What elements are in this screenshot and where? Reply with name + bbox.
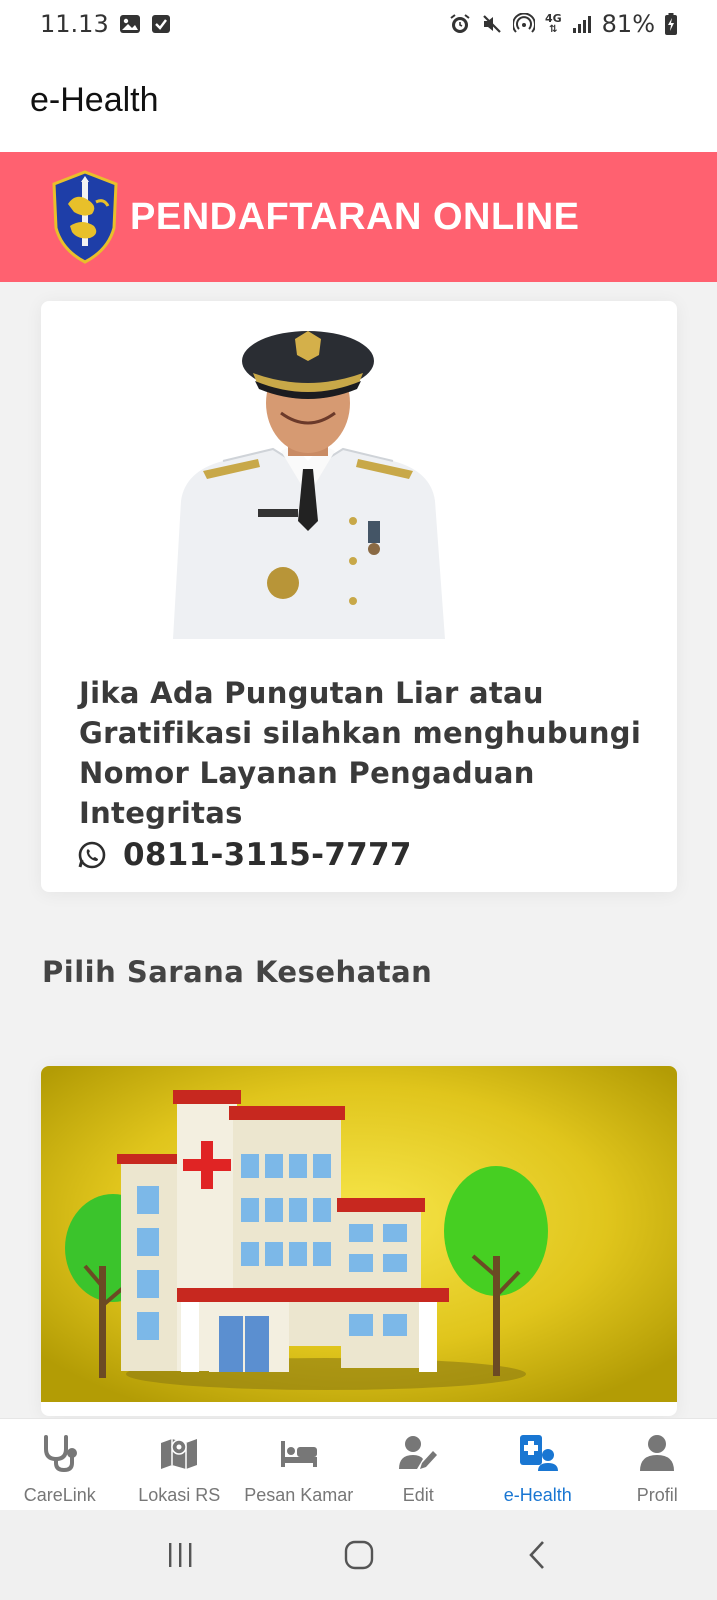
surabaya-crest-icon bbox=[52, 170, 118, 264]
bottom-navigation: CareLink Lokasi RS Pesan Kamar Edit e-He… bbox=[0, 1418, 717, 1510]
status-right: 4G ⇅ 81% bbox=[449, 10, 677, 38]
system-navigation-bar bbox=[0, 1510, 717, 1600]
user-icon bbox=[640, 1435, 675, 1471]
status-bar: 11.13 4G ⇅ 81% bbox=[0, 0, 717, 48]
official-portrait bbox=[173, 331, 445, 639]
hotspot-icon bbox=[512, 13, 535, 35]
nav-label: Pesan Kamar bbox=[244, 1485, 354, 1505]
complaint-phone-link[interactable]: 0811-3115-7777 bbox=[77, 837, 412, 873]
whatsapp-icon bbox=[78, 841, 106, 869]
nav-label: Profil bbox=[636, 1485, 678, 1505]
network-type: 4G ⇅ bbox=[544, 12, 562, 35]
registration-banner[interactable]: PENDAFTARAN ONLINE bbox=[0, 152, 717, 282]
app-title: e-Health bbox=[30, 80, 159, 119]
back-button[interactable] bbox=[508, 1530, 568, 1580]
recent-apps-icon bbox=[168, 1543, 191, 1567]
battery-percent: 81% bbox=[601, 10, 655, 38]
nav-label: Lokasi RS bbox=[138, 1485, 221, 1505]
recent-apps-button[interactable] bbox=[150, 1530, 210, 1580]
section-title: Pilih Sarana Kesehatan bbox=[42, 955, 433, 989]
back-icon bbox=[528, 1541, 544, 1569]
app-bar: e-Health bbox=[0, 48, 717, 152]
gallery-icon bbox=[119, 14, 141, 34]
nav-lokasi-rs[interactable]: Lokasi RS bbox=[120, 1419, 240, 1510]
nav-pesan-kamar[interactable]: Pesan Kamar bbox=[239, 1419, 359, 1510]
hospital-illustration bbox=[41, 1066, 677, 1402]
nav-label: CareLink bbox=[23, 1485, 96, 1505]
integrity-notice-card: Jika Ada Pungutan Liar atau Gratifikasi … bbox=[41, 301, 677, 892]
nav-label: e-Health bbox=[503, 1485, 572, 1505]
nav-label: Edit bbox=[402, 1485, 434, 1505]
hospital-option-card[interactable] bbox=[41, 1066, 677, 1416]
stethoscope-icon bbox=[43, 1435, 77, 1473]
medical-user-icon bbox=[519, 1435, 558, 1471]
home-button[interactable] bbox=[329, 1530, 389, 1580]
map-icon bbox=[161, 1439, 198, 1469]
banner-title: PENDAFTARAN ONLINE bbox=[130, 195, 580, 238]
user-edit-icon bbox=[399, 1436, 438, 1469]
signal-icon bbox=[572, 14, 592, 34]
home-icon bbox=[344, 1540, 373, 1570]
status-left: 11.13 bbox=[40, 10, 171, 38]
nav-carelink[interactable]: CareLink bbox=[0, 1419, 120, 1510]
integrity-notice-text: Jika Ada Pungutan Liar atau Gratifikasi … bbox=[79, 676, 642, 830]
nav-edit[interactable]: Edit bbox=[359, 1419, 479, 1510]
alarm-icon bbox=[449, 13, 471, 35]
mute-icon bbox=[481, 13, 503, 35]
battery-icon bbox=[665, 13, 677, 35]
checkbox-icon bbox=[151, 14, 171, 34]
bed-icon bbox=[280, 1441, 317, 1467]
nav-e-health[interactable]: e-Health bbox=[478, 1419, 598, 1510]
nav-profil[interactable]: Profil bbox=[598, 1419, 717, 1510]
complaint-phone-number: 0811-3115-7777 bbox=[123, 837, 412, 873]
status-time: 11.13 bbox=[40, 10, 109, 38]
